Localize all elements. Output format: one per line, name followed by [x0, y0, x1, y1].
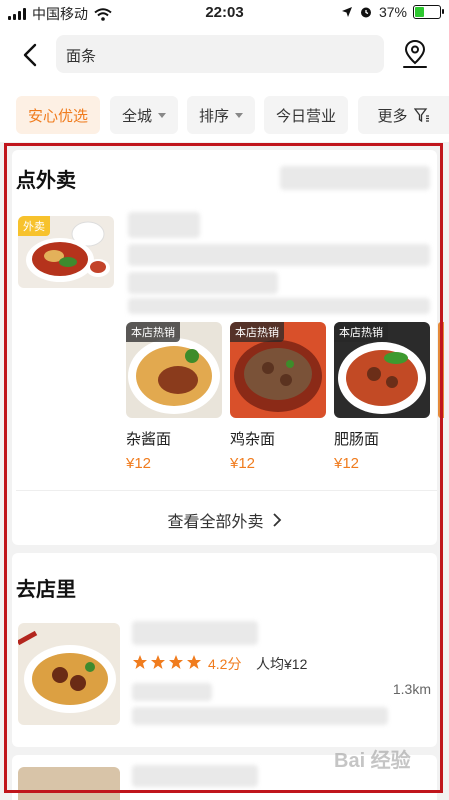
filter-label: 全城: [121, 107, 152, 125]
blurred-shop-name: [128, 212, 200, 238]
section-title-takeout: 点外卖: [16, 170, 76, 192]
store-dish-photo: [18, 623, 120, 725]
status-right: 37%: [341, 4, 444, 20]
store-shop-image[interactable]: [18, 623, 120, 725]
blurred-store-name: [132, 621, 258, 645]
dish-badge: 本店热销: [126, 322, 180, 342]
battery-icon: [413, 5, 444, 19]
watermark: Bai 经验: [334, 750, 411, 772]
dish-price: ¥12: [334, 455, 360, 472]
dish-badge: 本店热销: [230, 322, 284, 342]
filter-chip-sort[interactable]: 排序: [187, 96, 255, 134]
dish-card[interactable]: 本店热销 鸡杂面 ¥12: [230, 322, 326, 472]
blurred-shop-stats: [128, 244, 430, 266]
takeout-tag: 外卖: [18, 216, 50, 236]
filter-chip-open-today[interactable]: 今日营业: [264, 96, 348, 134]
view-all-label: 查看全部外卖: [167, 514, 264, 531]
dish-name: 肥肠面: [334, 431, 380, 448]
dish-name: 杂酱面: [126, 431, 172, 448]
filter-funnel-icon: [413, 108, 429, 123]
dish-image: 本店热销: [230, 322, 326, 418]
dish-badge: 本店热销: [334, 322, 388, 342]
average-price: 人均¥12: [256, 656, 308, 672]
divider: [16, 490, 437, 491]
star-icon: [151, 655, 165, 669]
status-bar: 中国移动 22:03 37%: [0, 0, 449, 28]
dish-price: ¥12: [126, 455, 152, 472]
filter-label: 今日营业: [275, 107, 336, 125]
search-query: 面条: [66, 48, 97, 65]
blurred-shop-tags: [128, 298, 430, 314]
blurred-next-store-name: [132, 765, 258, 787]
chevron-right-icon: [272, 513, 281, 527]
search-input[interactable]: 面条: [56, 35, 384, 73]
in-store-section: 去店里 4.2分 人均¥12 1.3km: [12, 553, 437, 747]
dish-card[interactable]: 本店热销 杂酱面 ¥12: [126, 322, 222, 472]
caret-down-icon: [158, 112, 166, 118]
map-pin-icon[interactable]: [400, 38, 430, 70]
section-title-store: 去店里: [16, 579, 76, 601]
takeout-shop-image[interactable]: 外卖: [18, 216, 114, 288]
top-bar: 面条: [0, 28, 449, 86]
takeout-section: 点外卖 外卖 本店热销 杂酱面 ¥12 本店热销 鸡杂面 ¥12 本店热销 肥肠…: [12, 150, 444, 545]
filter-bar: 安心优选 全城 排序 今日营业 更多: [0, 86, 449, 142]
next-store-image: [18, 767, 120, 800]
dish-image: 本店热销: [126, 322, 222, 418]
blurred-store-area: [132, 683, 212, 701]
filter-label: 排序: [198, 107, 229, 125]
filter-label: 安心优选: [27, 107, 88, 125]
battery-percent: 37%: [378, 4, 407, 20]
view-all-takeout-button[interactable]: 查看全部外卖: [12, 508, 437, 532]
blurred-distance-sort: [280, 166, 430, 190]
star-icon: [133, 655, 147, 669]
blurred-store-review: [132, 707, 388, 725]
filter-chip-city[interactable]: 全城: [110, 96, 178, 134]
filter-chip-more[interactable]: 更多: [358, 96, 449, 134]
next-dish-peek: [438, 322, 444, 418]
location-arrow-icon: [341, 7, 352, 17]
distance: 1.3km: [392, 681, 431, 697]
dish-card[interactable]: 本店热销 肥肠面 ¥12: [334, 322, 430, 472]
back-button[interactable]: [16, 40, 46, 70]
blurred-delivery-info: [128, 272, 278, 294]
star-icon: [187, 655, 201, 669]
rating-stars: [132, 654, 202, 670]
dish-name: 鸡杂面: [230, 431, 276, 448]
filter-chip-anxin[interactable]: 安心优选: [16, 96, 100, 134]
caret-down-icon: [235, 112, 243, 118]
dish-price: ¥12: [230, 455, 256, 472]
star-icon: [169, 655, 183, 669]
alarm-icon: [360, 7, 371, 18]
dish-image: 本店热销: [334, 322, 430, 418]
filter-label: 更多: [377, 107, 408, 125]
rating-score: 4.2分: [208, 656, 242, 672]
